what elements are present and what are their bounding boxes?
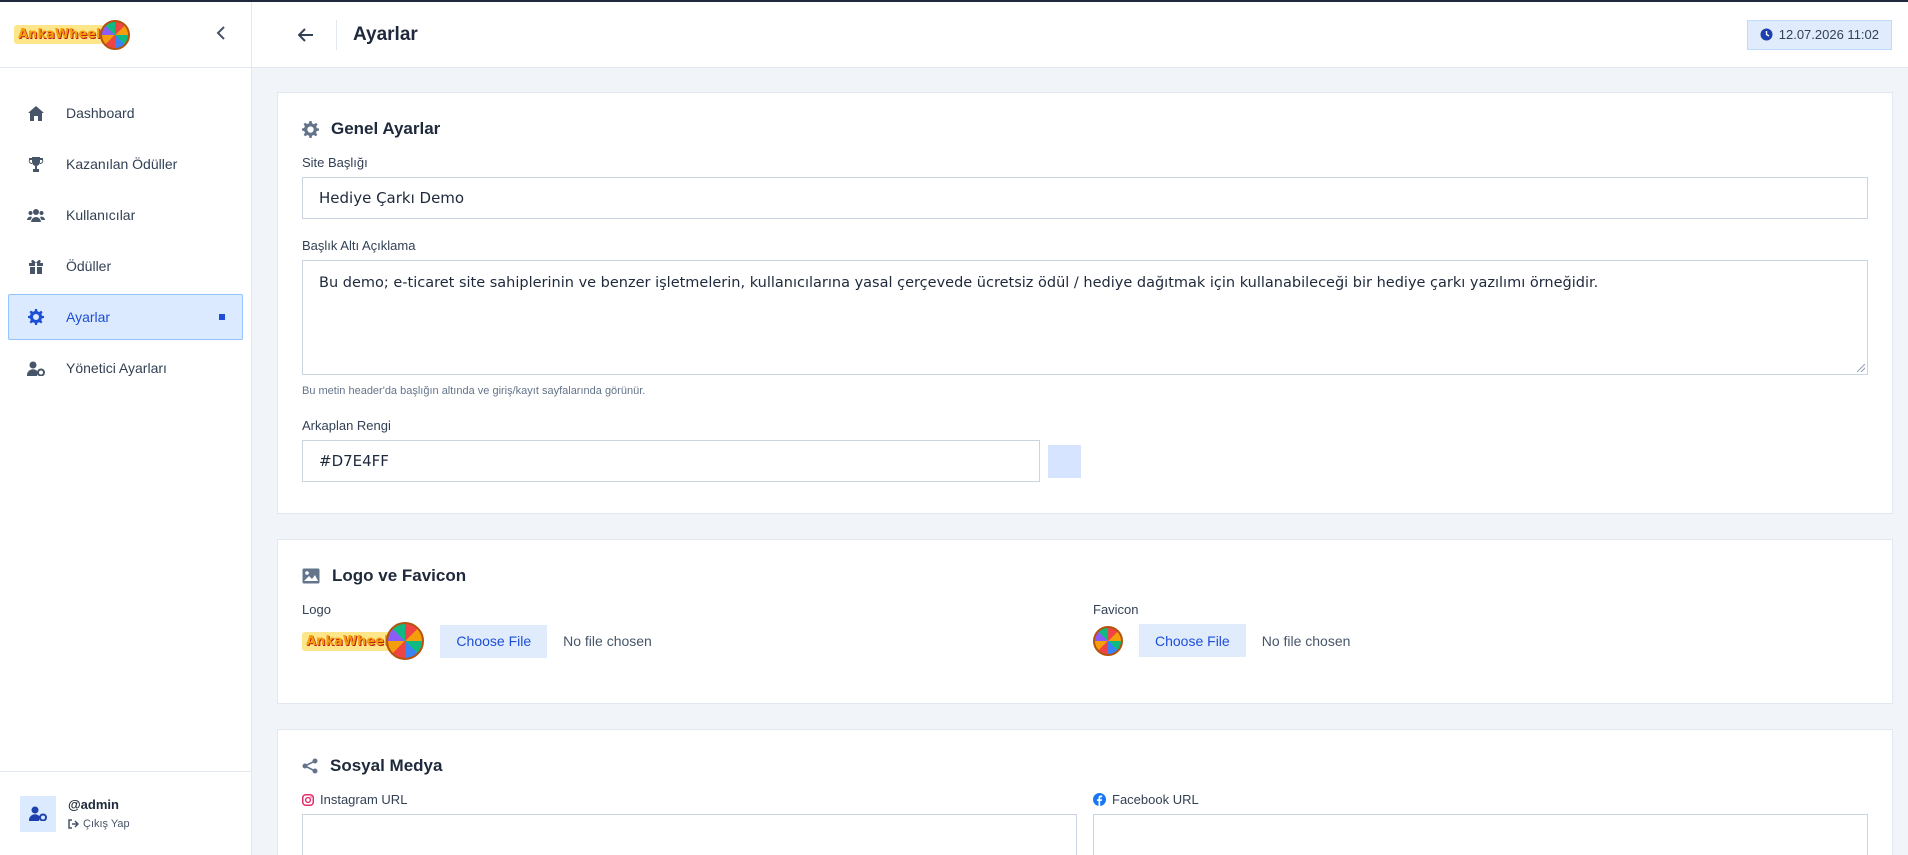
- user-name: @admin: [68, 797, 119, 812]
- page-title: Ayarlar: [353, 23, 418, 45]
- datetime-badge: 12.07.2026 11:02: [1746, 19, 1892, 50]
- sidebar-item-label: Dashboard: [66, 105, 135, 121]
- user-panel: @admin Çıkış Yap: [0, 771, 251, 855]
- instagram-label-text: Instagram URL: [320, 792, 408, 807]
- card-header: Logo ve Favicon: [302, 540, 1868, 586]
- clock-icon: [1760, 28, 1773, 41]
- favicon-column: Favicon Choose File No file chosen: [1093, 602, 1868, 658]
- sidebar-item-oduller[interactable]: Ödüller: [8, 243, 243, 289]
- instagram-label: Instagram URL: [302, 792, 1077, 807]
- site-title-input[interactable]: Hediye Çarkı Demo: [302, 177, 1868, 219]
- top-bar: Ayarlar 12.07.2026 11:02: [252, 2, 1908, 68]
- logout-label: Çıkış Yap: [83, 818, 130, 830]
- subtitle-label: Başlık Altı Açıklama: [302, 238, 416, 253]
- color-swatch[interactable]: [1048, 444, 1081, 478]
- user-gear-icon: [29, 806, 47, 821]
- logo-favicon-card: Logo ve Favicon Logo AnkaWheel Choose Fi…: [277, 539, 1893, 704]
- gift-icon: [27, 257, 45, 275]
- active-indicator: [219, 314, 225, 320]
- favicon-upload-row: Choose File No file chosen: [1093, 624, 1868, 657]
- back-button[interactable]: [298, 19, 337, 50]
- instagram-url-input[interactable]: [302, 814, 1077, 855]
- favicon-label: Favicon: [1093, 602, 1139, 617]
- instagram-column: Instagram URL: [302, 792, 1077, 855]
- site-title-label: Site Başlığı: [302, 155, 368, 170]
- sidebar-item-yonetici-ayarlari[interactable]: Yönetici Ayarları: [8, 345, 243, 391]
- gear-icon: [302, 120, 319, 138]
- logo-preview: AnkaWheel: [302, 622, 425, 660]
- sidebar-item-dashboard[interactable]: Dashboard: [8, 90, 243, 136]
- users-icon: [27, 206, 45, 224]
- logout-link[interactable]: Çıkış Yap: [68, 818, 130, 830]
- sidebar-item-kullanicilar[interactable]: Kullanıcılar: [8, 192, 243, 238]
- arrow-left-icon: [298, 27, 313, 42]
- gear-icon: [27, 308, 45, 326]
- logo-file-status: No file chosen: [563, 633, 652, 649]
- sidebar-item-ayarlar[interactable]: Ayarlar: [8, 294, 243, 340]
- logo-choose-file-button[interactable]: Choose File: [440, 624, 548, 658]
- chevron-left-icon: [216, 26, 225, 40]
- facebook-label: Facebook URL: [1093, 792, 1868, 807]
- sidebar-item-label: Ayarlar: [66, 309, 111, 325]
- subtitle-hint: Bu metin header'da başlığın altında ve g…: [302, 385, 646, 397]
- card-header: Sosyal Medya: [302, 730, 1868, 776]
- main-content: Genel Ayarlar Site Başlığı Hediye Çarkı …: [277, 92, 1893, 855]
- resize-handle[interactable]: [1857, 364, 1865, 372]
- collapse-sidebar-button[interactable]: [215, 24, 227, 45]
- sidebar-item-label: Ödüller: [66, 258, 112, 274]
- home-icon: [27, 104, 45, 122]
- image-icon: [302, 568, 320, 584]
- social-columns: Instagram URL Facebook URL: [302, 792, 1868, 855]
- card-title: Genel Ayarlar: [331, 119, 441, 138]
- subtitle-text: Bu demo; e-ticaret site sahiplerinin ve …: [319, 275, 1599, 291]
- sidebar-nav: Dashboard Kazanılan Ödüller Kullanıcılar…: [0, 68, 251, 391]
- sign-out-icon: [68, 819, 79, 829]
- sidebar: AnkaWheel Dashboard Kazanılan Ödüller Ku…: [0, 2, 252, 855]
- bg-color-input[interactable]: #D7E4FF: [302, 440, 1040, 482]
- card-header: Genel Ayarlar: [302, 93, 1868, 139]
- user-gear-icon: [27, 359, 45, 377]
- brand-logo-text: AnkaWheel: [14, 25, 105, 44]
- logo-preview-text: AnkaWheel: [302, 631, 393, 651]
- subtitle-textarea[interactable]: Bu demo; e-ticaret site sahiplerinin ve …: [302, 260, 1868, 375]
- datetime-text: 12.07.2026 11:02: [1778, 27, 1879, 42]
- facebook-url-input[interactable]: [1093, 814, 1868, 855]
- avatar[interactable]: [20, 795, 56, 832]
- favicon-file-status: No file chosen: [1261, 632, 1351, 649]
- bg-color-label: Arkaplan Rengi: [302, 418, 391, 433]
- logo-favicon-columns: Logo AnkaWheel Choose File No file chose…: [302, 602, 1868, 660]
- sidebar-header: AnkaWheel: [0, 2, 251, 68]
- favicon-preview: [1093, 625, 1123, 656]
- sidebar-item-kazanilan-oduller[interactable]: Kazanılan Ödüller: [8, 141, 243, 187]
- instagram-icon: [302, 793, 314, 806]
- wheel-icon: [100, 19, 131, 50]
- facebook-label-text: Facebook URL: [1112, 792, 1199, 807]
- social-media-card: Sosyal Medya Instagram URL Facebook URL: [277, 729, 1893, 855]
- facebook-icon: [1093, 793, 1106, 806]
- sidebar-item-label: Yönetici Ayarları: [66, 360, 167, 376]
- sidebar-item-label: Kazanılan Ödüller: [66, 156, 178, 172]
- card-title: Logo ve Favicon: [332, 566, 467, 585]
- sidebar-item-label: Kullanıcılar: [66, 207, 136, 223]
- brand-logo[interactable]: AnkaWheel: [14, 18, 131, 52]
- general-settings-card: Genel Ayarlar Site Başlığı Hediye Çarkı …: [277, 92, 1893, 514]
- share-icon: [302, 758, 318, 774]
- wheel-icon: [386, 622, 425, 660]
- card-title: Sosyal Medya: [330, 756, 443, 775]
- logo-upload-row: AnkaWheel Choose File No file chosen: [302, 622, 1077, 660]
- facebook-column: Facebook URL: [1093, 792, 1868, 855]
- logo-label: Logo: [302, 602, 331, 617]
- bg-color-row: #D7E4FF: [302, 440, 1868, 482]
- logo-column: Logo AnkaWheel Choose File No file chose…: [302, 602, 1077, 660]
- trophy-icon: [27, 155, 45, 173]
- favicon-choose-file-button[interactable]: Choose File: [1139, 624, 1246, 657]
